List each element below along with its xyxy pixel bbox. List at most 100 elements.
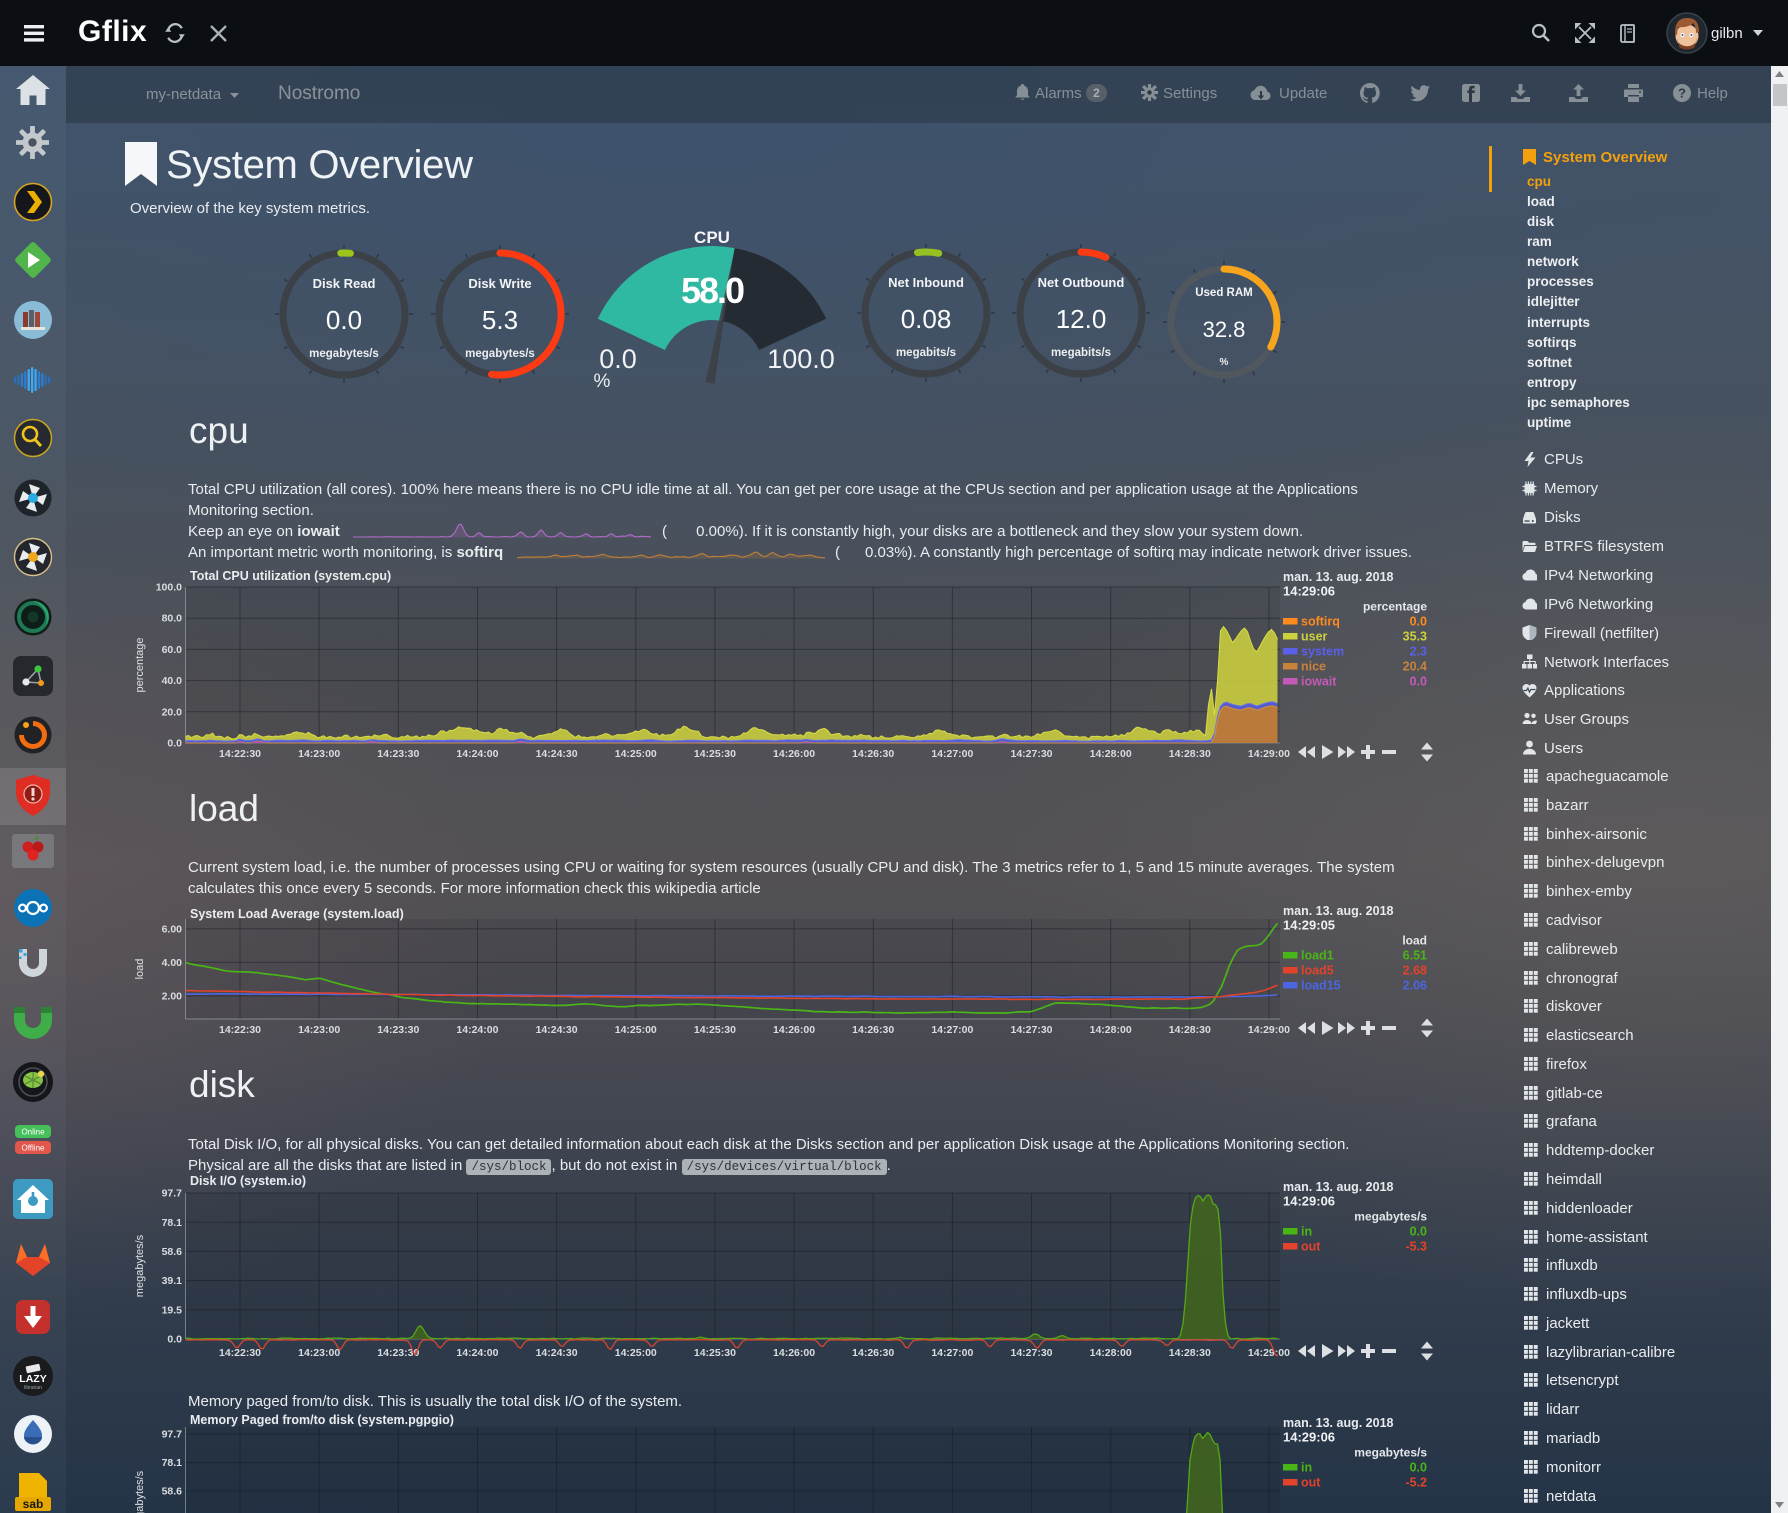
svg-text:load1: load1 [1301,949,1334,963]
svg-text:2.3: 2.3 [1410,645,1427,659]
svg-text:Disk Read: Disk Read [313,276,376,291]
svg-text:4.00: 4.00 [162,957,183,969]
svg-text:14:25:30: 14:25:30 [694,1347,736,1359]
svg-text:in: in [1301,1225,1312,1239]
svg-text:-5.3: -5.3 [1405,1240,1427,1254]
svg-text:2.68: 2.68 [1403,964,1427,978]
svg-text:14:22:30: 14:22:30 [219,748,261,760]
svg-text:14:22:30: 14:22:30 [219,1024,261,1036]
svg-text:14:27:30: 14:27:30 [1010,1347,1052,1359]
svg-text:man. 13. aug. 2018: man. 13. aug. 2018 [1283,570,1394,584]
svg-text:100.0: 100.0 [156,582,182,594]
svg-text:40.0: 40.0 [162,675,183,687]
svg-text:Memory Paged from/to disk (sys: Memory Paged from/to disk (system.pgpgio… [190,1413,454,1427]
svg-text:14:26:00: 14:26:00 [773,1024,815,1036]
svg-text:6.51: 6.51 [1403,949,1427,963]
svg-text:Offline: Offline [22,1144,46,1153]
svg-text:97.7: 97.7 [162,1429,183,1441]
svg-text:14:29:00: 14:29:00 [1248,1024,1290,1036]
svg-text:%: % [1220,357,1229,368]
svg-text:19.5: 19.5 [162,1304,183,1316]
svg-text:58.6: 58.6 [162,1246,183,1258]
svg-text:14:27:00: 14:27:00 [931,1024,973,1036]
svg-text:58.6: 58.6 [162,1485,183,1497]
svg-text:14:29:06: 14:29:06 [1283,1194,1335,1209]
svg-text:14:26:30: 14:26:30 [852,1347,894,1359]
svg-text:softirq: softirq [1301,615,1340,629]
svg-text:megabytes/s: megabytes/s [465,348,535,360]
svg-text:CPU: CPU [694,228,730,247]
svg-text:14:23:30: 14:23:30 [377,1024,419,1036]
svg-text:0.0: 0.0 [167,1334,182,1346]
svg-text:35.3: 35.3 [1403,630,1427,644]
svg-text:14:23:00: 14:23:00 [298,748,340,760]
svg-text:14:26:30: 14:26:30 [852,1024,894,1036]
svg-text:32.8: 32.8 [1203,317,1246,342]
svg-text:14:29:00: 14:29:00 [1248,1347,1290,1359]
svg-text:2.06: 2.06 [1403,979,1427,993]
svg-text:97.7: 97.7 [162,1188,183,1200]
svg-text:0.0: 0.0 [599,344,637,374]
svg-text:14:27:00: 14:27:00 [931,1347,973,1359]
svg-text:14:24:30: 14:24:30 [536,748,578,760]
svg-text:12.0: 12.0 [1056,304,1107,334]
svg-text:14:26:00: 14:26:00 [773,748,815,760]
svg-text:14:28:30: 14:28:30 [1169,1347,1211,1359]
svg-text:14:27:30: 14:27:30 [1010,1024,1052,1036]
svg-text:man. 13. aug. 2018: man. 13. aug. 2018 [1283,1180,1394,1194]
svg-text:14:22:30: 14:22:30 [219,1347,261,1359]
svg-text:megabytes/s: megabytes/s [134,1234,146,1297]
svg-text:58.0: 58.0 [681,270,744,311]
svg-text:iowait: iowait [1301,675,1337,689]
svg-text:system: system [1301,645,1344,659]
svg-text:20.0: 20.0 [162,706,183,718]
svg-text:80.0: 80.0 [162,613,183,625]
svg-text:LAZY: LAZY [19,1373,46,1385]
svg-text:14:25:30: 14:25:30 [694,1024,736,1036]
svg-text:0.0: 0.0 [1410,615,1427,629]
svg-text:14:25:00: 14:25:00 [615,1024,657,1036]
svg-text:megabytes/s: megabytes/s [1354,1210,1427,1224]
svg-text:percentage: percentage [134,637,146,692]
svg-text:sab: sab [23,1497,44,1511]
svg-text:load15: load15 [1301,979,1341,993]
svg-text:in: in [1301,1461,1312,1475]
svg-text:5.3: 5.3 [482,305,518,335]
svg-text:14:25:00: 14:25:00 [615,748,657,760]
svg-text:Net Inbound: Net Inbound [888,275,964,290]
svg-text:Used RAM: Used RAM [1195,287,1253,299]
svg-text:100.0: 100.0 [767,344,835,374]
svg-text:librarian: librarian [24,1385,42,1391]
svg-text:6.00: 6.00 [162,923,183,935]
svg-text:14:23:30: 14:23:30 [377,1347,419,1359]
svg-text:14:23:30: 14:23:30 [377,748,419,760]
svg-text:load5: load5 [1301,964,1334,978]
svg-text:14:26:30: 14:26:30 [852,748,894,760]
svg-text:14:28:00: 14:28:00 [1090,1024,1132,1036]
svg-text:%: % [594,371,611,392]
svg-text:load: load [134,959,146,980]
svg-text:megabits/s: megabits/s [1051,347,1111,359]
svg-text:14:23:00: 14:23:00 [298,1024,340,1036]
svg-text:14:24:00: 14:24:00 [456,748,498,760]
svg-text:78.1: 78.1 [162,1217,183,1229]
svg-text:-5.2: -5.2 [1405,1476,1427,1490]
svg-text:14:24:30: 14:24:30 [536,1347,578,1359]
svg-text:14:29:06: 14:29:06 [1283,1430,1335,1445]
svg-text:megabytes/s: megabytes/s [134,1470,146,1513]
svg-text:0.0: 0.0 [1410,1225,1427,1239]
svg-text:14:27:30: 14:27:30 [1010,748,1052,760]
svg-text:nice: nice [1301,660,1326,674]
svg-text:14:25:00: 14:25:00 [615,1347,657,1359]
svg-text:0.0: 0.0 [167,738,182,750]
svg-text:Net Outbound: Net Outbound [1038,275,1125,290]
svg-text:14:25:30: 14:25:30 [694,748,736,760]
svg-text:2.00: 2.00 [162,990,183,1002]
svg-text:user: user [1301,630,1328,644]
svg-text:megabytes/s: megabytes/s [309,348,379,360]
svg-text:percentage: percentage [1363,600,1427,614]
svg-text:0.08: 0.08 [901,304,952,334]
svg-text:14:29:05: 14:29:05 [1283,918,1335,933]
svg-text:14:28:30: 14:28:30 [1169,1024,1211,1036]
svg-text:Total CPU utilization (system.: Total CPU utilization (system.cpu) [190,569,391,583]
